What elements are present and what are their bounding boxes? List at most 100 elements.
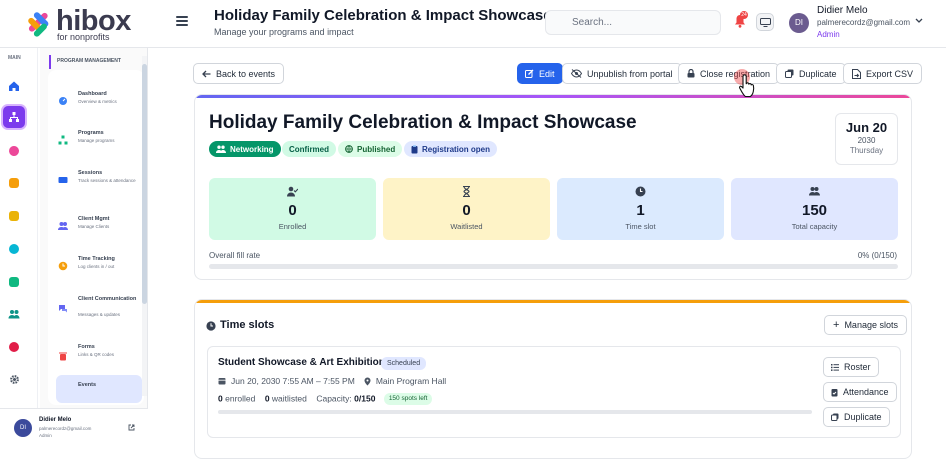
globe-icon bbox=[345, 145, 353, 153]
stat-label: Total capacity bbox=[791, 222, 838, 231]
submenu-item-client-mgmt[interactable]: Client Mgmt Manage Clients bbox=[58, 215, 144, 245]
submenu-item-client-communication[interactable]: Client Communication Messages & updates bbox=[58, 295, 144, 325]
rail-settings[interactable] bbox=[1, 366, 27, 392]
edit-button[interactable]: Edit bbox=[517, 63, 563, 84]
rail-chart[interactable] bbox=[1, 334, 27, 360]
edit-icon bbox=[525, 69, 534, 78]
chat-icon bbox=[59, 305, 67, 313]
sidebar-user-role: Admin bbox=[39, 433, 52, 438]
unpublish-button[interactable]: Unpublish from portal bbox=[562, 63, 682, 84]
slot-name: Student Showcase & Art Exhibition bbox=[218, 357, 385, 368]
scrollbar-thumb[interactable] bbox=[142, 64, 147, 304]
submenu-item-title: Programs bbox=[78, 130, 104, 136]
submenu-item-desc: Links & QR codes bbox=[78, 352, 115, 357]
back-to-events-button[interactable]: Back to events bbox=[193, 63, 285, 84]
submenu-item-programs[interactable]: Programs Manage programs bbox=[58, 129, 144, 159]
submenu-item-title: Client Mgmt bbox=[78, 216, 110, 222]
badge-label: Networking bbox=[230, 144, 274, 154]
logo-mark-icon bbox=[28, 12, 49, 37]
badge-label: Registration open bbox=[422, 144, 491, 154]
rail-books[interactable] bbox=[1, 170, 27, 196]
user-name: Didier Melo bbox=[817, 5, 868, 16]
rail-programs[interactable] bbox=[1, 104, 27, 130]
chevron-down-icon[interactable] bbox=[915, 18, 923, 24]
sidebar-user-avatar[interactable]: DI bbox=[14, 419, 32, 437]
back-label: Back to events bbox=[216, 68, 276, 79]
clipboard-check-icon bbox=[831, 388, 838, 396]
rail-circle[interactable] bbox=[1, 236, 27, 262]
lock-icon bbox=[687, 69, 695, 78]
event-month-day: Jun 20 bbox=[845, 120, 888, 135]
submenu-item-title: Client Communication bbox=[78, 296, 137, 302]
graduation-icon bbox=[9, 211, 19, 221]
manage-slots-button[interactable]: + Manage slots bbox=[824, 315, 907, 335]
user-avatar[interactable]: DI bbox=[789, 13, 809, 33]
event-year: 2030 bbox=[857, 136, 876, 145]
rail-home[interactable] bbox=[1, 73, 27, 99]
submenu-item-desc: Messages & updates bbox=[78, 312, 121, 317]
duplicate-slot-button[interactable]: Duplicate bbox=[823, 407, 890, 427]
event-date-box: Jun 20 2030 Thursday bbox=[835, 113, 898, 165]
copy-icon bbox=[785, 69, 794, 78]
badge-confirmed: Confirmed bbox=[282, 141, 336, 157]
submenu-heading: PROGRAM MANAGEMENT bbox=[49, 55, 121, 69]
submenu-item-forms[interactable]: Forms Links & QR codes bbox=[58, 343, 144, 373]
copy-icon bbox=[831, 413, 839, 421]
fill-rate-value: 0% (0/150) bbox=[857, 251, 897, 260]
unpublish-label: Unpublish from portal bbox=[587, 68, 673, 79]
slot-stats: 0 enrolled 0 waitlisted Capacity: 0/150 … bbox=[218, 393, 433, 405]
top-bar: hibox for nonprofits Holiday Family Cele… bbox=[0, 0, 946, 48]
user-email: palmerecordz@gmail.com bbox=[817, 18, 911, 27]
sidebar-user-email: palmerecordz@gmail.com bbox=[39, 426, 92, 431]
slot-waitlisted-count: 0 bbox=[264, 393, 270, 404]
clipboard-icon bbox=[411, 144, 418, 153]
fill-rate-track bbox=[209, 264, 898, 269]
attendance-button[interactable]: Attendance bbox=[823, 382, 897, 402]
rail-people[interactable] bbox=[1, 301, 27, 327]
rail-education[interactable] bbox=[1, 203, 27, 229]
external-link-icon[interactable] bbox=[128, 424, 135, 431]
badge-label: Published bbox=[357, 144, 396, 154]
page-subtitle: Manage your programs and impact bbox=[214, 27, 354, 37]
brand-logo[interactable]: hibox for nonprofits bbox=[24, 6, 136, 42]
icon-rail: MAIN bbox=[0, 48, 38, 408]
list-icon bbox=[831, 363, 839, 371]
event-summary-card: Holiday Family Celebration & Impact Show… bbox=[194, 94, 912, 280]
plus-icon: + bbox=[833, 319, 840, 331]
submenu-scrollbar[interactable] bbox=[142, 56, 147, 396]
submenu-item-time-tracking[interactable]: Time Tracking Log clients in / out bbox=[58, 255, 144, 285]
rail-pills[interactable] bbox=[1, 138, 27, 164]
display-toggle-button[interactable] bbox=[756, 13, 774, 31]
submenu-item-title: Forms bbox=[78, 344, 95, 350]
submenu-item-desc: Log clients in / out bbox=[78, 264, 115, 269]
rail-flow[interactable] bbox=[1, 269, 27, 295]
submenu-item-sessions[interactable]: Sessions Track sessions & attendance bbox=[58, 169, 144, 199]
home-icon bbox=[9, 81, 19, 91]
user-check-icon bbox=[287, 186, 298, 197]
badge-label: Confirmed bbox=[289, 144, 329, 154]
stat-label: Enrolled bbox=[278, 222, 307, 231]
stat-waitlisted: 0 Waitlisted bbox=[383, 178, 550, 240]
user-role: Admin bbox=[817, 30, 840, 39]
export-label: Export CSV bbox=[866, 68, 914, 79]
users-icon bbox=[809, 187, 820, 196]
duplicate-event-button[interactable]: Duplicate bbox=[776, 63, 846, 84]
clock-icon bbox=[635, 186, 646, 197]
export-csv-button[interactable]: Export CSV bbox=[843, 63, 923, 84]
submenu-item-desc: Overview & metrics bbox=[78, 99, 117, 104]
close-registration-button[interactable]: Close registration bbox=[678, 63, 780, 84]
users-icon bbox=[8, 310, 20, 319]
search-input[interactable]: Search... bbox=[545, 10, 721, 35]
map-pin-icon bbox=[364, 377, 371, 385]
submenu-item-dashboard[interactable]: Dashboard Overview & metrics bbox=[58, 90, 144, 120]
submenu-item-events[interactable]: Events bbox=[56, 375, 142, 403]
menu-toggle-icon[interactable] bbox=[176, 16, 188, 26]
roster-label: Roster bbox=[844, 362, 871, 372]
sitemap-icon bbox=[9, 112, 19, 122]
submenu-item-title: Time Tracking bbox=[78, 256, 115, 262]
slot-location: Main Program Hall bbox=[375, 376, 447, 386]
sidebar-user-name: Didier Melo bbox=[39, 417, 72, 423]
roster-button[interactable]: Roster bbox=[823, 357, 879, 377]
stat-label: Time slot bbox=[625, 222, 656, 231]
pills-icon bbox=[7, 144, 21, 158]
